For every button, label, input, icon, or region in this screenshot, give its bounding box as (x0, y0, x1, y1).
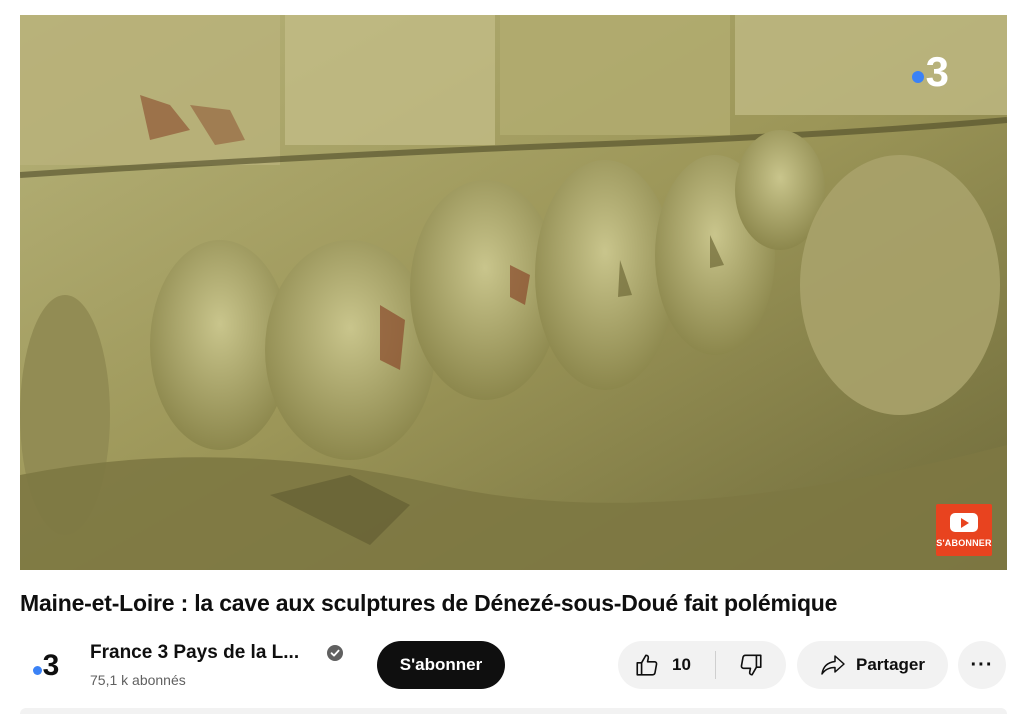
logo-text: 3 (925, 48, 949, 95)
subscribe-watermark[interactable]: S'ABONNER (936, 504, 992, 556)
like-count: 10 (672, 655, 691, 674)
video-title: Maine-et-Loire : la cave aux sculptures … (20, 590, 838, 616)
youtube-play-icon (950, 512, 978, 532)
share-button[interactable]: Partager (797, 641, 948, 689)
share-arrow-icon (821, 655, 845, 675)
more-dots-icon: ··· (970, 653, 994, 676)
avatar-text: 3 (42, 649, 60, 682)
channel-name[interactable]: France 3 Pays de la L... (90, 642, 299, 664)
dislike-button[interactable] (716, 641, 786, 689)
more-actions-button[interactable]: ··· (958, 641, 1006, 689)
avatar-dot-icon (32, 665, 42, 675)
logo-dot-icon (911, 71, 924, 83)
subscribe-button[interactable]: S'abonner (377, 641, 505, 689)
watermark-label: S'ABONNER (936, 537, 992, 548)
like-button[interactable]: 10 (618, 641, 715, 689)
subscriber-count: 75,1 k abonnés (90, 672, 186, 688)
video-frame-image (20, 15, 1007, 570)
thumbs-down-icon (740, 654, 762, 676)
video-player[interactable]: 3 S'ABONNER (20, 15, 1007, 570)
channel-avatar[interactable]: 3 (22, 642, 70, 690)
verified-check-icon (327, 645, 343, 661)
broadcaster-logo: 3 (911, 48, 949, 95)
thumbs-up-icon (636, 654, 658, 676)
owner-row: 3 France 3 Pays de la L... 75,1 k abonné… (20, 638, 1010, 694)
description-box-edge (20, 708, 1007, 714)
share-label: Partager (856, 655, 925, 674)
like-dislike-group: 10 (618, 641, 786, 689)
